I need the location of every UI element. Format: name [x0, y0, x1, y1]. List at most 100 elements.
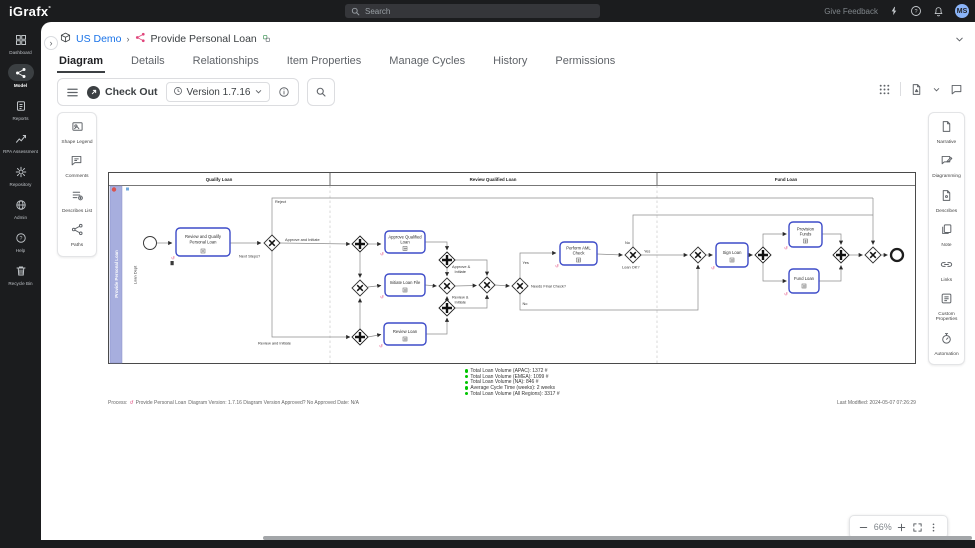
igrafx-app: iGrafx° Search Give Feedback ? MS Dashbo… — [0, 0, 975, 548]
diagram-search-button[interactable] — [307, 78, 336, 106]
legend-dot — [465, 391, 469, 396]
more-options-kebab-icon[interactable] — [928, 522, 939, 533]
custom-properties-button[interactable]: Custom Properties — [931, 292, 962, 323]
breadcrumb-root-link[interactable]: US Demo — [76, 33, 122, 45]
sidebar-item-model[interactable]: Model — [0, 64, 41, 88]
main-content: › US Demo › Provide Personal Loan Diagra… — [41, 22, 975, 540]
sidebar-item-recycle-bin[interactable]: Recycle Bin — [0, 262, 41, 286]
version-info-icon[interactable] — [278, 86, 290, 98]
give-feedback-link[interactable]: Give Feedback — [824, 7, 878, 16]
export-document-icon[interactable] — [910, 83, 923, 96]
sidebar-item-repository[interactable]: Repository — [0, 163, 41, 187]
version-caret-icon — [254, 83, 263, 101]
breadcrumb: US Demo › Provide Personal Loan — [60, 30, 271, 48]
process-mini-icon: ↺ — [129, 400, 134, 406]
zoom-out-button[interactable] — [858, 522, 869, 533]
breadcrumb-separator: › — [126, 34, 130, 44]
topbar: iGrafx° Search Give Feedback ? MS — [0, 0, 975, 22]
label-review-initiate-b: Initiate — [455, 300, 466, 305]
tab-relationships[interactable]: Relationships — [191, 52, 261, 73]
bpmn-diagram-canvas[interactable]: Qualify Loan Review Qualified Loan Fund … — [108, 172, 916, 364]
task-provision-funds[interactable]: Provision Funds ↺ — [784, 221, 823, 251]
task-approve-qualified-loan[interactable]: Approve Qualified Loan ↺ — [380, 230, 426, 257]
narrative-button[interactable]: Narrative — [937, 120, 956, 145]
chevron-down-icon[interactable] — [954, 32, 965, 50]
svg-text:Check: Check — [573, 251, 586, 256]
legend-dot — [465, 374, 469, 379]
sidebar-item-reports[interactable]: Reports — [0, 97, 41, 121]
grid-view-icon[interactable] — [878, 83, 891, 96]
user-avatar[interactable]: MS — [955, 4, 969, 18]
paths-button[interactable]: Paths — [71, 223, 84, 248]
start-event[interactable] — [143, 236, 157, 250]
tab-details[interactable]: Details — [129, 52, 167, 73]
describes-button[interactable]: Describes — [936, 189, 957, 214]
phase-label-qualify-loan: Qualify Loan — [206, 177, 233, 182]
task-initiate-loan-file[interactable]: Initiate Loan File ↺ — [380, 273, 426, 300]
tab-history[interactable]: History — [491, 52, 529, 73]
horizontal-scrollbar[interactable] — [263, 536, 972, 540]
sidebar-nav: Dashboard Model Reports RPA Assessment R… — [0, 22, 41, 548]
help-icon[interactable]: ? — [910, 5, 922, 17]
rpa-assessment-icon — [8, 130, 34, 147]
sidebar-item-admin[interactable]: Admin — [0, 196, 41, 220]
task-refresh-badge: ↺ — [555, 264, 559, 269]
diagram-frame — [108, 172, 916, 364]
note-button[interactable]: Note — [940, 223, 953, 248]
svg-text:Loan: Loan — [400, 240, 410, 245]
describes-list-icon — [71, 189, 84, 207]
automation-icon — [940, 332, 953, 350]
task-refresh-badge: ↺ — [171, 256, 175, 261]
export-chevron-icon[interactable] — [932, 85, 941, 94]
sidebar-item-help[interactable]: ? Help — [0, 229, 41, 253]
panel-item-label: Narrative — [936, 140, 957, 145]
tab-permissions[interactable]: Permissions — [553, 52, 617, 73]
task-perform-aml-check[interactable]: Perform AML Check ↺ — [555, 241, 598, 269]
lightning-icon[interactable] — [889, 6, 899, 16]
shape-legend-icon — [71, 120, 84, 138]
pool-alert-badge — [111, 187, 117, 192]
paths-icon — [71, 223, 84, 241]
end-event[interactable] — [889, 247, 905, 263]
task-refresh-badge: ↺ — [380, 252, 384, 257]
comments-icon — [70, 154, 83, 172]
tab-item-properties[interactable]: Item Properties — [285, 52, 364, 73]
admin-globe-icon — [8, 196, 34, 213]
svg-text:Initiate Loan File: Initiate Loan File — [390, 280, 421, 285]
sidebar-item-dashboard[interactable]: Dashboard — [0, 31, 41, 55]
links-button[interactable]: Links — [940, 258, 953, 283]
sidebar-item-label: Model — [13, 83, 28, 88]
repository-gear-icon — [8, 163, 34, 180]
version-dropdown[interactable]: Version 1.7.16 — [165, 82, 271, 102]
notifications-bell-icon[interactable] — [933, 6, 944, 17]
fit-to-screen-button[interactable] — [912, 522, 923, 533]
svg-text:Sign Loan: Sign Loan — [723, 250, 743, 255]
zoom-in-button[interactable] — [896, 522, 907, 533]
diagram-right-panel: Narrative Diagramming Describes Note Lin… — [928, 112, 965, 366]
legend-dot — [465, 369, 469, 373]
menu-hamburger-icon[interactable] — [66, 86, 79, 99]
task-review-loan[interactable]: Review Loan ↺ — [379, 322, 427, 349]
global-search-input[interactable]: Search — [345, 4, 600, 18]
svg-text:Funds: Funds — [800, 232, 812, 237]
svg-text:?: ? — [19, 236, 22, 242]
tab-manage-cycles[interactable]: Manage Cycles — [387, 52, 467, 73]
describes-list-button[interactable]: Describes List — [62, 189, 92, 214]
label-approve-initiate-b: Initiate — [455, 269, 466, 274]
label-next-steps: Next Steps? — [239, 254, 261, 259]
sidebar-item-rpa-assessment[interactable]: RPA Assessment — [0, 130, 41, 154]
check-out-button[interactable]: Check Out — [87, 85, 158, 99]
recycle-bin-icon — [8, 262, 34, 279]
note-icon — [940, 223, 953, 241]
label-needs-final-check: Needs Final Check? — [531, 284, 567, 289]
comments-button[interactable]: Comments — [65, 154, 89, 179]
automation-button[interactable]: Automation — [934, 332, 959, 357]
shape-legend-button[interactable]: Shape Legend — [61, 120, 93, 145]
comment-bubble-icon[interactable] — [950, 83, 963, 96]
tab-diagram[interactable]: Diagram — [57, 52, 106, 73]
collapse-panel-button[interactable]: › — [44, 36, 58, 50]
dashboard-icon — [8, 31, 34, 48]
zoom-level: 66% — [873, 522, 892, 532]
version-clock-icon — [173, 83, 183, 101]
diagramming-button[interactable]: Diagramming — [932, 154, 961, 179]
